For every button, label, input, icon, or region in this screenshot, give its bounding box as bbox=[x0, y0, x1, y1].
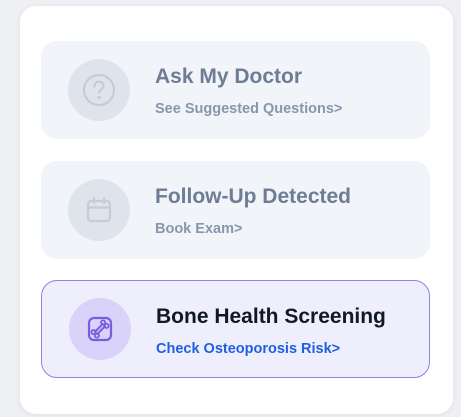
see-suggested-questions-link[interactable]: See Suggested Questions> bbox=[155, 101, 342, 117]
book-exam-link[interactable]: Book Exam> bbox=[155, 221, 242, 237]
bone-health-screening-title: Bone Health Screening bbox=[156, 305, 386, 328]
follow-up-detected-card[interactable]: Follow-Up Detected Book Exam> bbox=[41, 161, 430, 259]
bone-health-icon-circle bbox=[69, 298, 131, 360]
bone-icon bbox=[87, 316, 113, 342]
bone-health-screening-card[interactable]: Bone Health Screening Check Osteoporosis… bbox=[41, 280, 430, 378]
follow-up-icon-circle bbox=[68, 179, 130, 241]
calendar-icon bbox=[86, 196, 112, 223]
follow-up-detected-title: Follow-Up Detected bbox=[155, 185, 352, 208]
ask-my-doctor-card[interactable]: Ask My Doctor See Suggested Questions> bbox=[41, 41, 430, 139]
ask-my-doctor-title: Ask My Doctor bbox=[155, 65, 303, 88]
question-circle-icon bbox=[82, 73, 116, 107]
suggestions-panel: Ask My Doctor See Suggested Questions> F… bbox=[20, 6, 453, 414]
check-osteoporosis-risk-link[interactable]: Check Osteoporosis Risk> bbox=[156, 341, 340, 357]
ask-my-doctor-icon-circle bbox=[68, 59, 130, 121]
